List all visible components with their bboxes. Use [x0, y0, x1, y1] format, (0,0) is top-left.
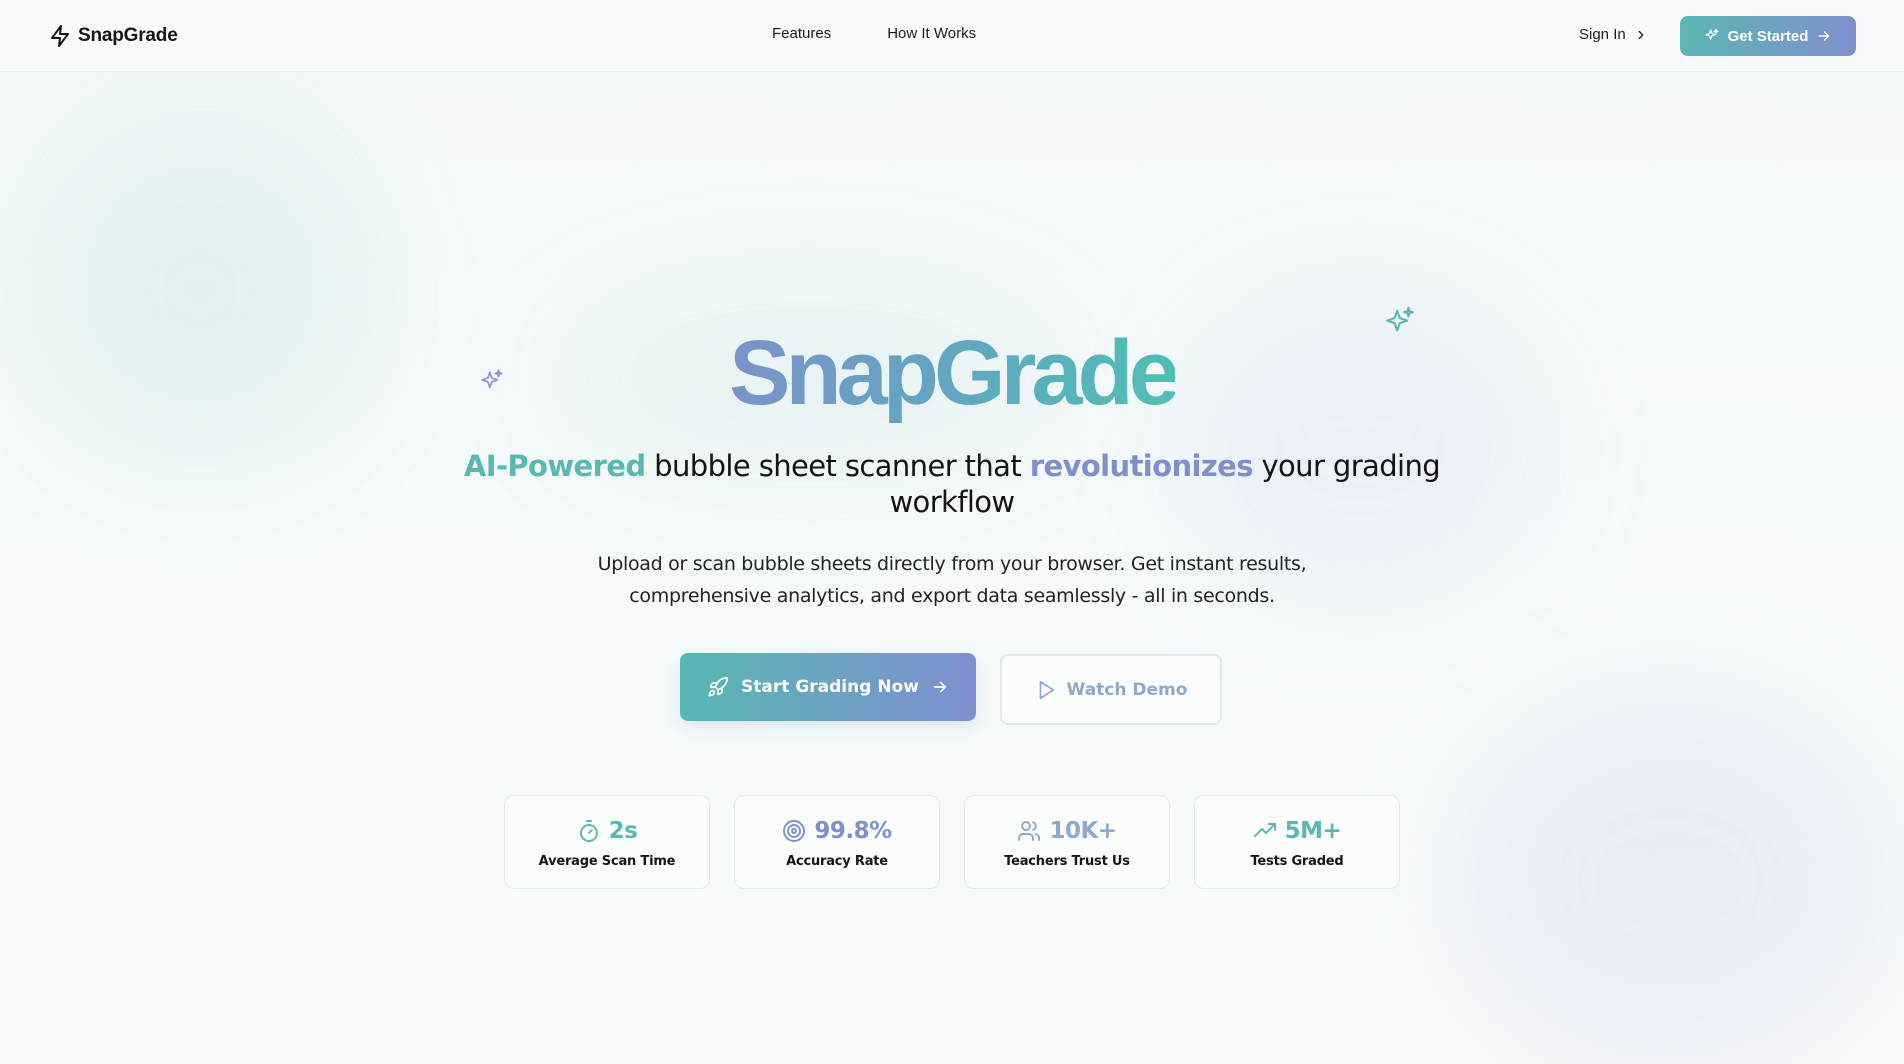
tagline-text: bubble sheet scanner that — [645, 449, 1030, 483]
hero-description-line: comprehensive analytics, and export data… — [629, 585, 1275, 607]
nav-link-how-it-works[interactable]: How It Works — [887, 25, 976, 42]
get-started-button[interactable]: Get Started — [1680, 16, 1856, 56]
start-grading-button[interactable]: Start Grading Now — [680, 653, 976, 721]
lightning-bolt-icon — [51, 25, 69, 47]
stat-value: 2s — [608, 817, 638, 844]
main-nav: Features How It Works — [772, 25, 976, 42]
stat-card-accuracy: 99.8% Accuracy Rate — [734, 795, 940, 889]
users-icon — [1018, 820, 1041, 841]
stat-label: Average Scan Time — [538, 853, 676, 869]
stat-card-teachers: 10K+ Teachers Trust Us — [964, 795, 1170, 889]
hero-description: Upload or scan bubble sheets directly fr… — [552, 548, 1352, 612]
stat-value: 99.8% — [814, 817, 892, 844]
arrow-right-icon — [1819, 31, 1830, 41]
stats-row: 2s Average Scan Time 99.8% Accuracy Rate… — [504, 795, 1400, 889]
hero-description-line: Upload or scan bubble sheets directly fr… — [597, 553, 1307, 575]
logo-link[interactable]: SnapGrade — [48, 22, 178, 50]
stat-card-tests-graded: 5M+ Tests Graded — [1194, 795, 1400, 889]
stat-label: Teachers Trust Us — [1004, 853, 1130, 869]
stat-value: 5M+ — [1284, 817, 1342, 844]
logo-text: SnapGrade — [78, 25, 178, 46]
arrow-right-icon — [933, 681, 947, 693]
top-navbar: SnapGrade Features How It Works Sign In … — [0, 0, 1904, 72]
stat-label: Tests Graded — [1250, 853, 1344, 869]
timer-icon — [579, 819, 598, 842]
background-glow — [1460, 700, 1880, 1060]
stat-label: Accuracy Rate — [786, 853, 888, 869]
nav-link-features[interactable]: Features — [772, 25, 831, 42]
stat-value: 10K+ — [1049, 817, 1117, 844]
chevron-right-icon — [1638, 30, 1644, 39]
tagline-accent-ai-powered: AI-Powered — [463, 449, 646, 483]
background — [0, 0, 1904, 1064]
hero-title: SnapGrade — [0, 318, 1904, 428]
trending-up-icon — [1253, 822, 1276, 837]
watch-demo-label: Watch Demo — [1066, 679, 1188, 700]
sparkles-icon — [1704, 28, 1719, 40]
sign-in-link[interactable]: Sign In — [1579, 26, 1648, 43]
start-grading-label: Start Grading Now — [741, 677, 919, 697]
tagline-accent-revolutionizes: revolutionizes — [1029, 449, 1254, 483]
stat-card-scan-time: 2s Average Scan Time — [504, 795, 710, 889]
sign-in-label: Sign In — [1579, 26, 1626, 43]
rocket-icon — [708, 677, 729, 697]
target-icon — [783, 819, 806, 842]
get-started-label: Get Started — [1727, 27, 1809, 45]
hero-tagline: AI-Powered bubble sheet scanner that rev… — [452, 448, 1452, 520]
play-icon — [1039, 680, 1054, 699]
watch-demo-button[interactable]: Watch Demo — [1000, 654, 1222, 725]
hero-title-text: SnapGrade — [729, 322, 1180, 424]
